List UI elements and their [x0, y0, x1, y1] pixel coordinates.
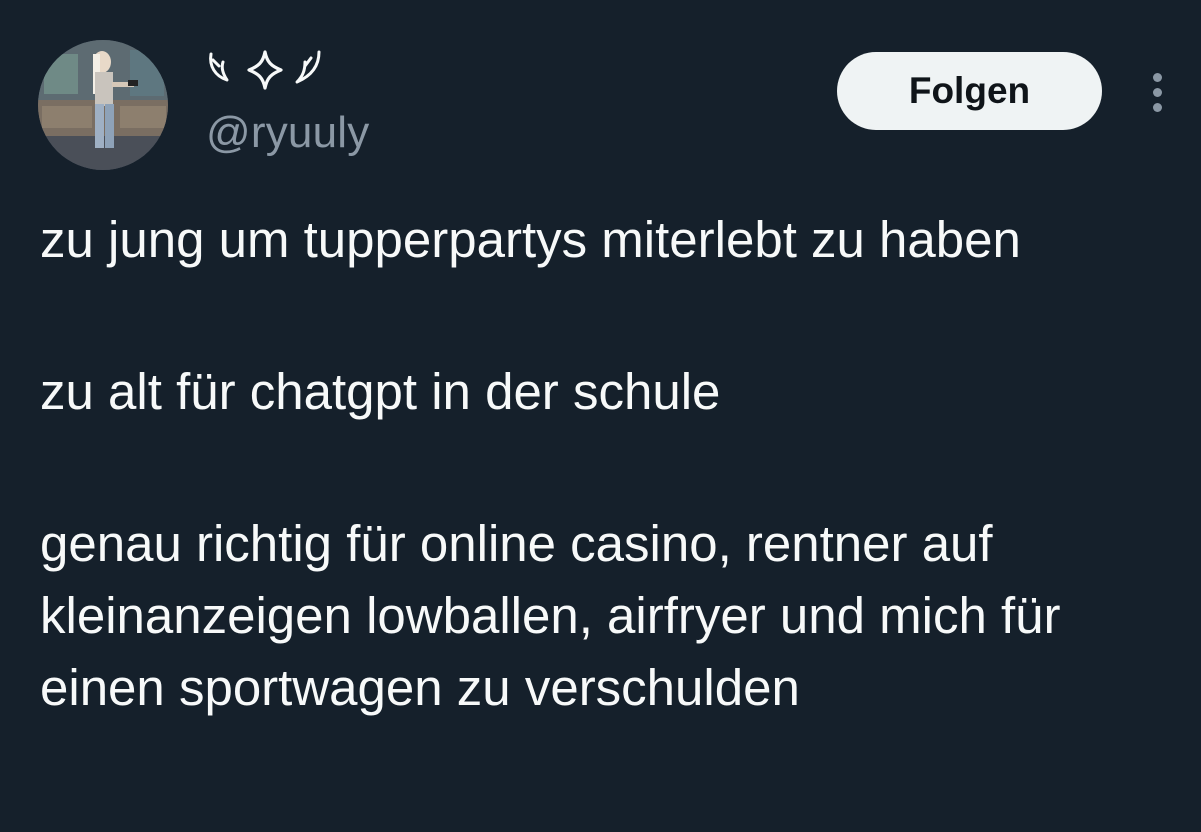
- left-wing-icon: [209, 52, 229, 82]
- display-name[interactable]: [205, 40, 325, 100]
- tweet-text: zu jung um tupperpartys miterlebt zu hab…: [40, 204, 1190, 724]
- right-wing-icon: [295, 50, 321, 84]
- user-handle[interactable]: @ryuuly: [206, 108, 369, 158]
- avatar-image: [38, 40, 168, 170]
- tweet-card: @ryuuly Folgen zu jung um tupperpartys m…: [0, 0, 1201, 832]
- sparkle-icon: [247, 50, 283, 90]
- display-name-glyphs: [209, 50, 321, 90]
- tweet-paragraph: zu alt für chatgpt in der schule: [40, 363, 721, 420]
- follow-button[interactable]: Folgen: [837, 52, 1102, 130]
- more-vertical-icon[interactable]: [1137, 64, 1177, 120]
- avatar[interactable]: [38, 40, 168, 170]
- tweet-paragraph: genau richtig für online casino, rentner…: [40, 515, 1061, 716]
- tweet-paragraph: zu jung um tupperpartys miterlebt zu hab…: [40, 211, 1021, 268]
